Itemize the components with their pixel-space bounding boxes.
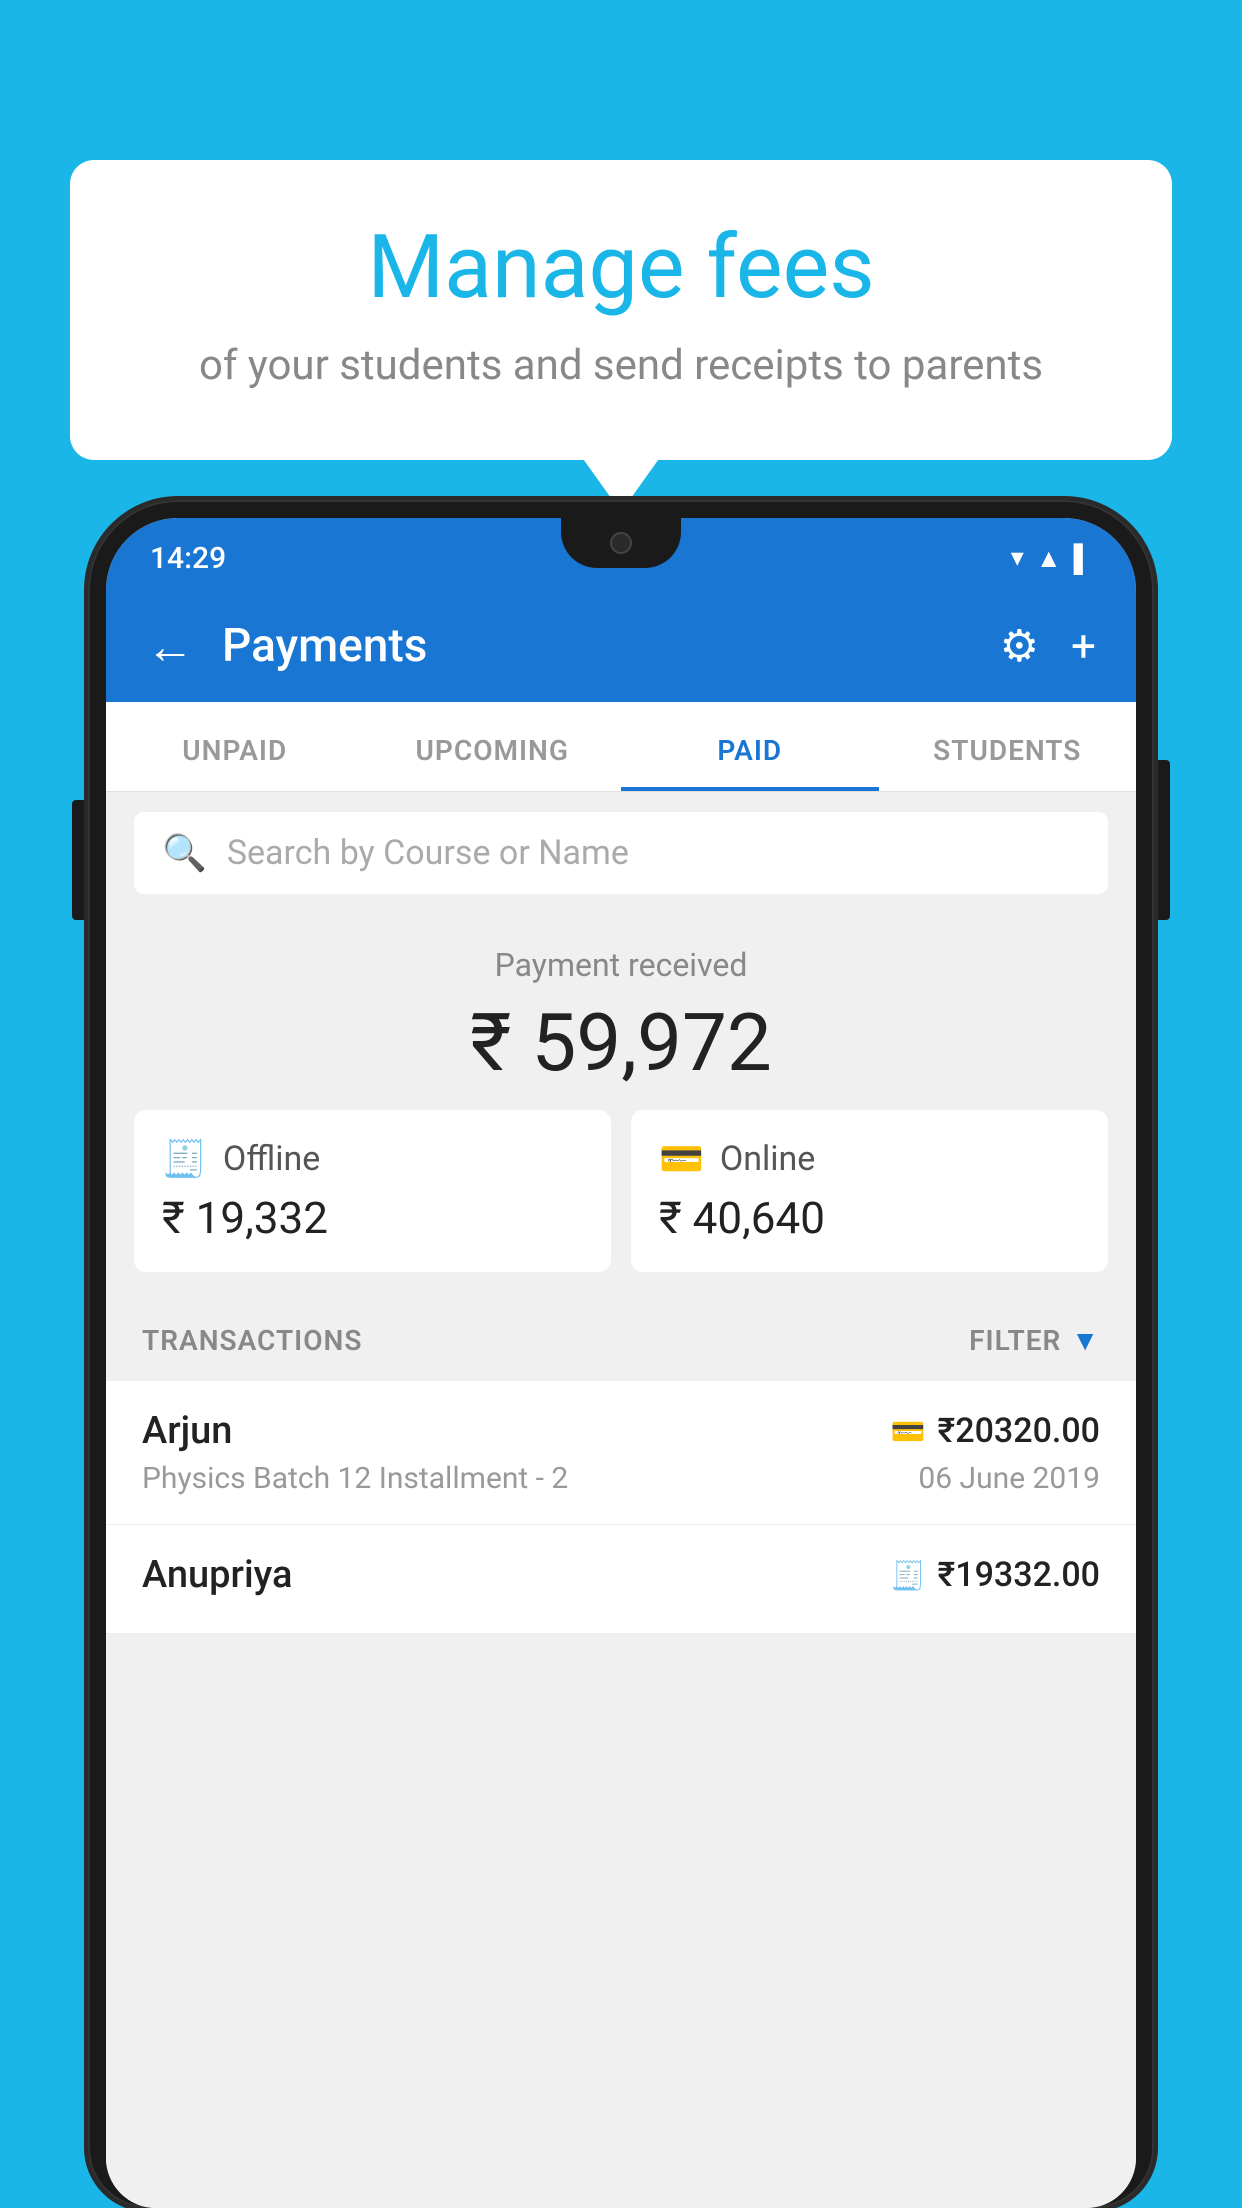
- transaction-amount-container: 🧾 ₹19332.00: [891, 1555, 1100, 1595]
- student-name: Anupriya: [142, 1553, 292, 1597]
- app-title: Payments: [222, 619, 972, 673]
- status-icons: ▾ ▲ ▌: [1011, 543, 1092, 574]
- search-bar[interactable]: 🔍 Search by Course or Name: [134, 812, 1108, 894]
- offline-payment-icon: 🧾: [891, 1559, 926, 1592]
- course-name: Physics Batch 12 Installment - 2: [142, 1461, 568, 1496]
- table-row[interactable]: Anupriya 🧾 ₹19332.00: [106, 1525, 1136, 1634]
- offline-amount: ₹ 19,332: [162, 1192, 583, 1244]
- bubble-title: Manage fees: [140, 220, 1102, 317]
- payment-cards: 🧾 Offline ₹ 19,332 💳 Online ₹ 40,640: [106, 1110, 1136, 1300]
- battery-icon: ▌: [1074, 543, 1092, 574]
- app-bar: ← Payments ⚙ +: [106, 590, 1136, 702]
- filter-icon: ▼: [1071, 1324, 1100, 1357]
- phone-inner: 14:29 ▾ ▲ ▌ ← Payments ⚙ +: [106, 518, 1136, 2208]
- phone-outer: 14:29 ▾ ▲ ▌ ← Payments ⚙ +: [88, 500, 1154, 2208]
- transaction-amount-container: 💳 ₹20320.00: [891, 1411, 1100, 1451]
- wifi-icon: ▾: [1011, 543, 1024, 573]
- payment-total-amount: ₹ 59,972: [134, 996, 1108, 1090]
- online-card: 💳 Online ₹ 40,640: [631, 1110, 1108, 1272]
- student-name: Arjun: [142, 1409, 232, 1453]
- table-row[interactable]: Arjun 💳 ₹20320.00 Physics Batch 12 Insta…: [106, 1381, 1136, 1525]
- transactions-label: TRANSACTIONS: [142, 1324, 362, 1357]
- signal-icon: ▲: [1036, 543, 1062, 574]
- tab-upcoming[interactable]: UPCOMING: [364, 702, 622, 791]
- tab-unpaid[interactable]: UNPAID: [106, 702, 364, 791]
- online-label: Online: [720, 1139, 816, 1179]
- transaction-amount: ₹19332.00: [938, 1555, 1100, 1595]
- payment-summary: Payment received ₹ 59,972: [106, 914, 1136, 1110]
- online-amount: ₹ 40,640: [659, 1192, 1080, 1244]
- back-button[interactable]: ←: [146, 618, 194, 675]
- offline-label: Offline: [223, 1139, 320, 1179]
- status-time: 14:29: [150, 541, 226, 576]
- search-placeholder: Search by Course or Name: [227, 833, 629, 873]
- speech-bubble: Manage fees of your students and send re…: [70, 160, 1172, 460]
- filter-label: FILTER: [969, 1324, 1061, 1357]
- settings-button[interactable]: ⚙: [1000, 620, 1039, 672]
- camera: [610, 532, 632, 554]
- app-bar-actions: ⚙ +: [1000, 620, 1096, 672]
- bubble-subtitle: of your students and send receipts to pa…: [140, 341, 1102, 390]
- speech-bubble-container: Manage fees of your students and send re…: [70, 160, 1172, 460]
- payment-received-label: Payment received: [134, 946, 1108, 984]
- tab-paid[interactable]: PAID: [621, 702, 879, 791]
- tabs-container: UNPAID UPCOMING PAID STUDENTS: [106, 702, 1136, 792]
- search-icon: 🔍: [162, 832, 207, 874]
- transactions-header: TRANSACTIONS FILTER ▼: [106, 1300, 1136, 1381]
- transaction-amount: ₹20320.00: [938, 1411, 1100, 1451]
- phone-notch: [561, 518, 681, 568]
- content-area: 🔍 Search by Course or Name Payment recei…: [106, 792, 1136, 2208]
- filter-button[interactable]: FILTER ▼: [969, 1324, 1100, 1357]
- card-payment-icon: 💳: [891, 1415, 926, 1448]
- add-button[interactable]: +: [1071, 620, 1096, 672]
- phone-container: 14:29 ▾ ▲ ▌ ← Payments ⚙ +: [88, 500, 1154, 2208]
- transaction-date: 06 June 2019: [918, 1461, 1100, 1496]
- online-icon: 💳: [659, 1138, 704, 1180]
- offline-card: 🧾 Offline ₹ 19,332: [134, 1110, 611, 1272]
- offline-icon: 🧾: [162, 1138, 207, 1180]
- tab-students[interactable]: STUDENTS: [879, 702, 1137, 791]
- phone-content: 14:29 ▾ ▲ ▌ ← Payments ⚙ +: [106, 518, 1136, 2208]
